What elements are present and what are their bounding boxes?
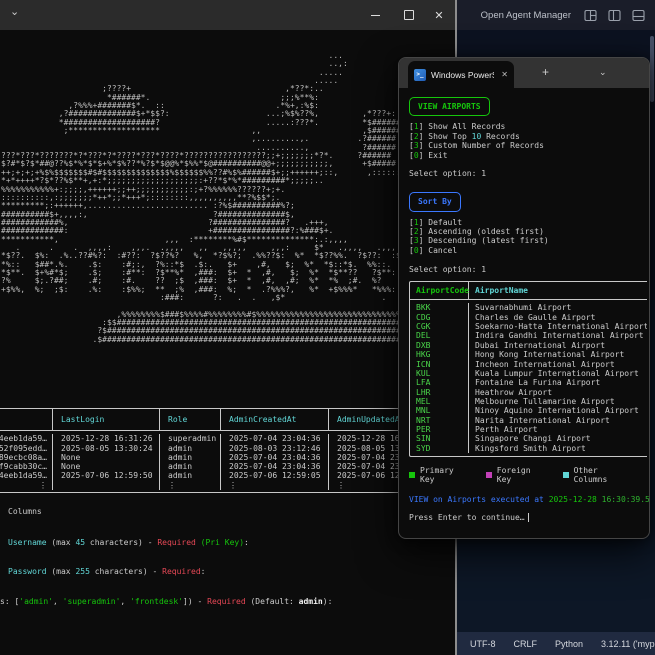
menu-option: [2] Show Top 10 Records — [409, 131, 520, 141]
select-option-line: Select option: 1 — [409, 169, 487, 179]
status-interpreter[interactable]: 3.12.11 ('myproject': cond — [592, 639, 655, 649]
table-row: NRT Narita International Airport — [410, 415, 647, 425]
table-row: CGK Soekarno-Hatta International Airport — [410, 322, 647, 332]
table-row: LHR Heathrow Airport — [410, 387, 647, 397]
table-row: MEL Melbourne Tullamarine Airport — [410, 396, 647, 407]
table-row: SIN Singapore Changi Airport — [410, 434, 647, 444]
powershell-tab[interactable]: >_ Windows PowerShell ✕ — [408, 61, 514, 88]
table-row: BKK Suvarnabhumi Airport — [410, 303, 647, 313]
legend-item: Other Columns — [562, 466, 636, 485]
powershell-tab-title: Windows PowerShell — [431, 69, 494, 80]
tab-dropdown-chevron-icon[interactable]: ⌄ — [10, 5, 19, 18]
terminal-content: ... ..,: ..... ..... ;????+ ,*??*:.. *##… — [0, 30, 455, 655]
role-prompt: s: ['admin', 'superadmin', 'frontdesk'])… — [0, 597, 333, 606]
password-prompt: Password (max 255 characters) - Required… — [8, 567, 206, 576]
toggle-panel-icon[interactable] — [632, 9, 645, 22]
records-menu: [1] Show All Records [2] Show Top 10 Reco… — [409, 122, 649, 160]
legend: Primary Key Foreign Key Other Columns — [409, 466, 649, 485]
maximize-button[interactable] — [392, 0, 426, 30]
admins-table: LastLogin Role AdminCreatedAt AdminUpdatedA… — [0, 408, 455, 494]
table-row: DXB Dubai International Airport — [410, 340, 647, 351]
tab-close-icon[interactable]: ✕ — [501, 70, 508, 79]
status-encoding[interactable]: UTF-8 — [461, 639, 505, 649]
table-row: 4eeb1da59… 2025-12-28 16:31:26 superadmin 2… — [0, 434, 455, 444]
admins-table-header: LastLogin Role AdminCreatedAt AdminUpdatedA… — [0, 408, 455, 432]
airports-table-body: BKK Suvarnabhumi Airport CDG Charles de Gau… — [410, 300, 647, 456]
close-button[interactable]: ✕ — [422, 0, 456, 30]
legend-swatch-icon — [485, 472, 492, 479]
view-airports-badge: VIEW AIRPORTS — [409, 97, 490, 117]
minimize-button[interactable] — [358, 0, 392, 30]
airport-code-header: AirportCode — [410, 282, 469, 300]
table-row: 52f095edd… 2025-08-05 13:30:24 admin 2025-0… — [0, 443, 455, 453]
table-row: DEL Indira Gandhi International Airport — [410, 331, 647, 341]
table-row: ICN Incheon International Airport — [410, 359, 647, 369]
table-row: 89ecbc08a… None admin 2025-07-04 23:04:36 20… — [0, 452, 455, 463]
menu-option: [3] Custom Number of Records — [409, 141, 544, 151]
open-agent-manager-title: Open Agent Manager — [480, 9, 571, 21]
table-row: HKG Hong Kong International Airport — [410, 350, 647, 360]
powershell-tabbar[interactable]: >_ Windows PowerShell ✕ + ⌄ — [399, 58, 649, 88]
terminal-titlebar[interactable]: ⌄ ✕ — [0, 0, 455, 30]
sort-by-badge: Sort By — [409, 192, 461, 212]
new-tab-plus-icon[interactable]: + — [542, 65, 549, 79]
text-cursor — [527, 513, 529, 523]
menu-option: [3] Descending (latest first) — [409, 236, 549, 246]
admins-column-header: Role — [160, 409, 221, 431]
username-prompt: Username (max 45 characters) - Required … — [8, 538, 249, 547]
powershell-content: VIEW AIRPORTS [1] Show All Records [2] Sh… — [399, 88, 649, 523]
ascii-art: ... ..,: ..... ..... ;????+ ,*??*:.. *##… — [1, 51, 455, 344]
menu-option: [1] Show All Records — [409, 122, 506, 132]
airports-table-header: AirportCode AirportName — [410, 282, 647, 301]
vscode-statusbar: UTF-8CRLFPython3.12.11 ('myproject': con… — [457, 632, 655, 655]
admins-column-header: AdminCreatedAt — [221, 409, 329, 431]
table-row: ⋮ ⋮ ⋮ ⋮ — [0, 480, 455, 491]
legend-item: Primary Key — [409, 466, 473, 485]
powershell-icon: >_ — [414, 68, 426, 81]
legend-swatch-icon — [562, 472, 569, 479]
status-language[interactable]: Python — [546, 639, 592, 649]
press-enter-line: Press Enter to continue… — [409, 513, 649, 523]
exec-status-line: VIEW on Airports executed at 2025-12-28 … — [409, 494, 650, 504]
admins-column-header: LastLogin — [53, 409, 160, 431]
table-row: LFA Fontaine La Furina Airport — [410, 378, 647, 388]
legend-swatch-icon — [409, 472, 415, 479]
airport-name-header: AirportName — [475, 286, 528, 296]
powershell-window: >_ Windows PowerShell ✕ + ⌄ VIEW AIRPORT… — [398, 57, 650, 539]
tab-dropdown-chevron-icon[interactable]: ⌄ — [599, 67, 607, 78]
table-row: f9cabb30c… None admin 2025-07-04 23:04:36 20… — [0, 462, 455, 472]
split-editor-icon[interactable] — [608, 9, 621, 22]
table-row: MNL Ninoy Aquino International Airport — [410, 406, 647, 416]
status-eol[interactable]: CRLF — [505, 639, 547, 649]
columns-label: Columns — [8, 507, 42, 516]
menu-option: [0] Cancel — [409, 245, 458, 255]
table-row: KUL Kuala Lumpur International Airport — [410, 368, 647, 379]
terminal-window: ⌄ ✕ ... ..,: ..... ..... ;????+ ,*??*:..… — [0, 0, 457, 655]
table-row: CDG Charles de Gaulle Airport — [410, 312, 647, 323]
table-row: PER Perth Airport — [410, 424, 647, 435]
menu-option: [0] Exit — [409, 150, 448, 160]
table-row: SYD Kingsford Smith Airport — [410, 443, 647, 453]
table-row: 4eeb1da59… 2025-07-06 12:59:50 admin 2025-0… — [0, 471, 455, 481]
editor-scrollbar[interactable] — [650, 36, 654, 102]
airports-table: AirportCode AirportName BKK Suvarnabhumi … — [409, 281, 647, 457]
admins-column-header — [0, 409, 53, 431]
sort-menu: [1] Default [2] Ascending (oldest first)[… — [409, 218, 649, 256]
menu-option: [1] Default — [409, 217, 463, 227]
select-option-line: Select option: 1 — [409, 264, 487, 274]
legend-item: Foreign Key — [485, 466, 550, 485]
menu-option: [2] Ascending (oldest first) — [409, 227, 544, 237]
layout-grid-icon[interactable] — [584, 9, 597, 22]
